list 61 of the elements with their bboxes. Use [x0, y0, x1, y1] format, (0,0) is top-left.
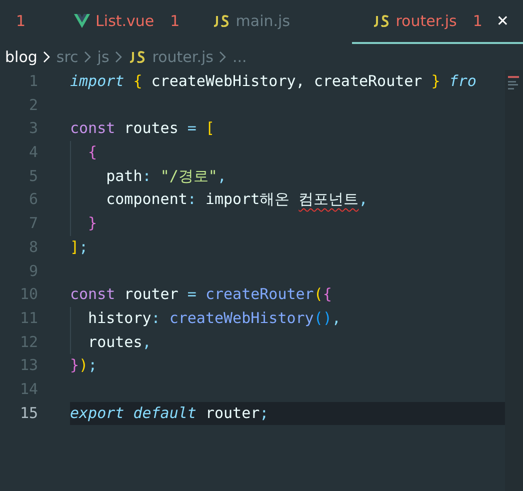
editor-tab[interactable]: router.js 1 ✕	[352, 0, 523, 44]
code-token: "/경로"	[160, 166, 218, 187]
code-token: ,	[142, 332, 152, 353]
code-token: createRouter	[204, 284, 314, 306]
code-token: ]	[70, 236, 80, 258]
editor-tab[interactable]: main.js	[194, 0, 352, 44]
breadcrumb-item[interactable]: ...	[232, 46, 247, 68]
editor-tab[interactable]: List.vue 1	[56, 0, 194, 44]
code-token: history	[87, 308, 152, 329]
code-token: {	[322, 284, 332, 306]
code-token: (	[314, 284, 323, 306]
code-token: router	[204, 402, 260, 424]
code-token: const	[70, 284, 116, 306]
code-token: :	[142, 166, 152, 187]
code-token: ()	[314, 308, 332, 329]
editor-tab[interactable]: 1	[0, 0, 56, 44]
code-token: ,	[332, 308, 341, 329]
code-token: }	[70, 355, 80, 376]
code-token: =	[187, 284, 196, 306]
code-token: ;	[260, 402, 269, 424]
code-token: fro	[448, 71, 476, 92]
code-token: ,	[217, 166, 226, 187]
chevron-icon	[43, 51, 50, 63]
code-token: export	[70, 402, 124, 424]
code-token: :	[151, 308, 162, 329]
breadcrumb-item[interactable]: src	[56, 46, 78, 68]
code-token: const	[70, 118, 116, 140]
code-token: routes	[123, 118, 180, 140]
code-token: router	[123, 284, 180, 306]
code-token: ,	[358, 189, 368, 210]
code-token: createWebHistory, createRouter	[150, 71, 424, 92]
vue-icon	[74, 14, 90, 28]
chevron-icon	[84, 51, 92, 63]
code-token: routes	[87, 332, 142, 353]
breadcrumb-item[interactable]: router.js	[152, 46, 214, 68]
close-icon[interactable]: ✕	[496, 10, 509, 32]
code-token: 컴포넌트	[298, 189, 359, 210]
code-token: {	[132, 71, 142, 92]
code-token: =	[187, 118, 196, 140]
js-icon	[372, 15, 390, 27]
code-token: )	[79, 355, 88, 376]
breadcrumb-item[interactable]: js	[97, 46, 110, 68]
code-token: import해온	[205, 189, 291, 210]
chevron-icon	[115, 51, 122, 63]
code-token: [	[204, 118, 214, 140]
js-icon	[212, 15, 230, 27]
code-token: {	[87, 142, 98, 164]
js-icon	[128, 51, 146, 63]
chevron-icon	[219, 51, 226, 63]
code-token: component	[105, 189, 188, 210]
code-token: }	[431, 71, 440, 92]
code-token: }	[87, 213, 98, 234]
code-token: :	[187, 189, 198, 210]
code-token: import	[70, 71, 124, 92]
code-token: default	[132, 402, 196, 424]
breadcrumb-item[interactable]: blog	[5, 46, 38, 68]
line-number: 15	[18, 402, 38, 424]
code-token: path	[105, 166, 142, 187]
code-token: ;	[88, 355, 98, 376]
code-token: createWebHistory	[169, 308, 314, 329]
code-token: ;	[79, 236, 88, 258]
